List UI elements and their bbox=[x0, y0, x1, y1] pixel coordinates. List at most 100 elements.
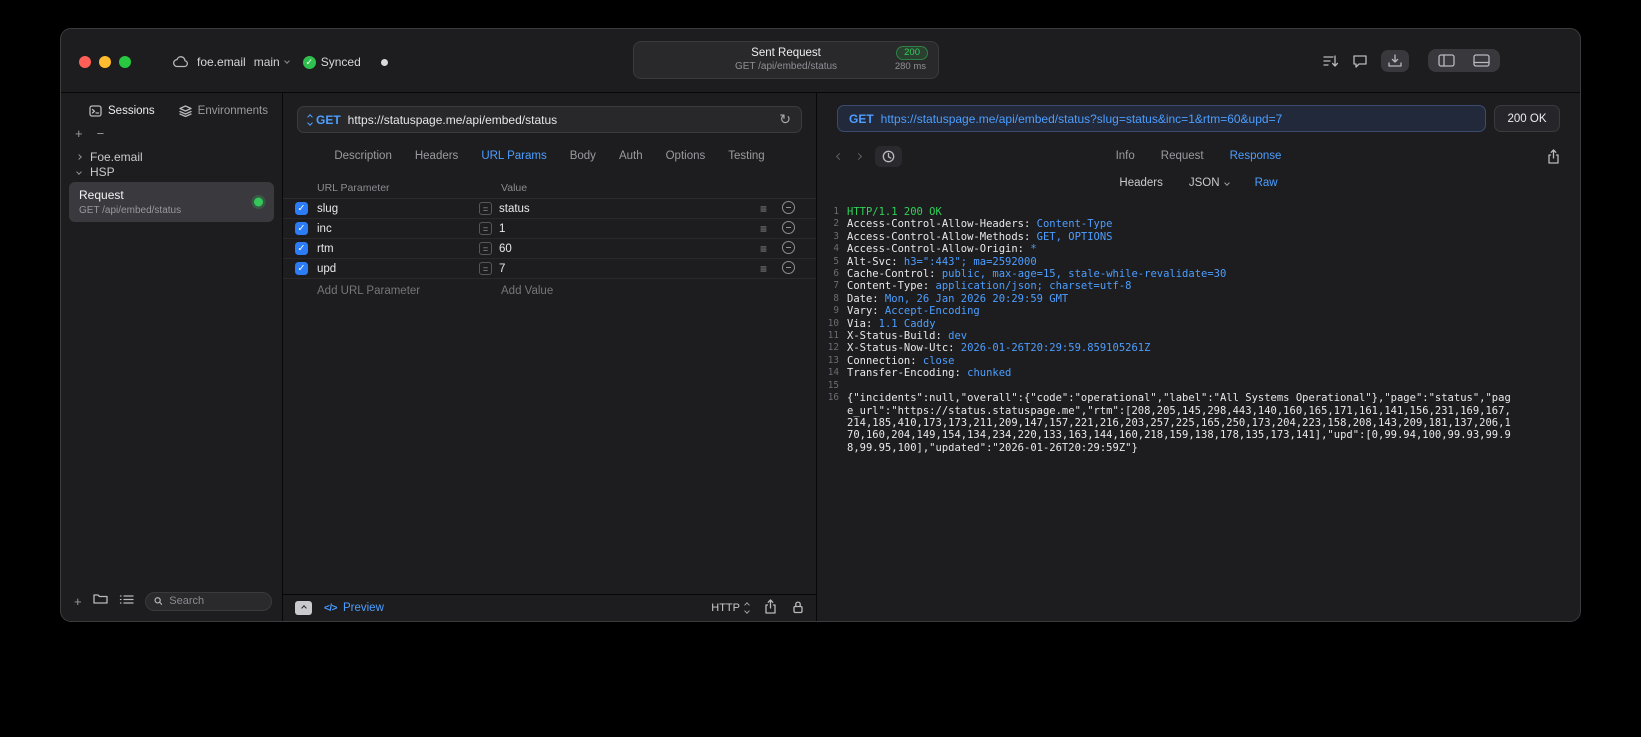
toggle-bottom-panel-icon[interactable] bbox=[1473, 54, 1490, 67]
param-value[interactable]: 60 bbox=[499, 243, 512, 255]
subtab-json[interactable]: JSON bbox=[1189, 177, 1230, 189]
share-icon[interactable] bbox=[764, 599, 777, 617]
protocol-stepper-icon bbox=[744, 602, 750, 614]
tab-request[interactable]: Request bbox=[1161, 150, 1204, 162]
line-content: Transfer-Encoding: chunked bbox=[847, 367, 1012, 380]
close-button[interactable] bbox=[79, 56, 91, 68]
response-line: 5 Alt-Svc: h3=":443"; ma=2592000 bbox=[823, 256, 1566, 268]
param-name[interactable]: inc bbox=[317, 223, 479, 235]
param-value[interactable]: 1 bbox=[499, 223, 505, 235]
drag-handle-icon[interactable]: ≡ bbox=[760, 222, 782, 236]
footer-right-controls: HTTP bbox=[711, 599, 804, 617]
tab-headers[interactable]: Headers bbox=[415, 150, 458, 162]
response-line: 4 Access-Control-Allow-Origin: * bbox=[823, 243, 1566, 255]
method-selector[interactable]: GET bbox=[307, 113, 341, 127]
tab-options[interactable]: Options bbox=[666, 150, 706, 162]
tab-body[interactable]: Body bbox=[570, 150, 596, 162]
history-clock-icon[interactable] bbox=[875, 145, 902, 167]
remove-param-icon[interactable] bbox=[782, 200, 795, 214]
sidebar-request-item[interactable]: Request GET /api/embed/status bbox=[69, 182, 274, 222]
sidebar-tab-sessions[interactable]: Sessions bbox=[89, 105, 155, 117]
request-url-bar[interactable]: GET https://statuspage.me/api/embed/stat… bbox=[297, 106, 802, 133]
subtab-raw[interactable]: Raw bbox=[1255, 177, 1278, 189]
search-input[interactable] bbox=[167, 594, 263, 608]
sent-request-url[interactable]: GET https://statuspage.me/api/embed/stat… bbox=[837, 105, 1486, 132]
line-number: 11 bbox=[827, 330, 839, 342]
drag-handle-icon[interactable]: ≡ bbox=[760, 202, 782, 216]
param-add-row[interactable]: Add URL Parameter Add Value bbox=[283, 281, 816, 301]
sync-label: Synced bbox=[320, 55, 361, 69]
new-folder-icon[interactable] bbox=[92, 592, 108, 610]
tree-group-foe-email[interactable]: Foe.email bbox=[69, 149, 274, 164]
request-url-input[interactable]: https://statuspage.me/api/embed/status bbox=[348, 113, 773, 127]
response-line: 2 Access-Control-Allow-Headers: Content-… bbox=[823, 218, 1566, 230]
tab-response[interactable]: Response bbox=[1230, 150, 1282, 162]
param-checkbox[interactable]: ✓ bbox=[295, 222, 308, 235]
protocol-label: HTTP bbox=[711, 602, 740, 614]
tree-group-hsp[interactable]: HSP bbox=[69, 164, 274, 179]
tab-url-params[interactable]: URL Params bbox=[481, 150, 546, 162]
param-row: ✓ upd = 7 ≡ bbox=[283, 259, 816, 279]
preview-button[interactable]: </> Preview bbox=[324, 602, 384, 614]
param-value[interactable]: status bbox=[499, 203, 530, 215]
response-body[interactable]: 1 HTTP/1.1 200 OK 2 Access-Control-Allow… bbox=[823, 206, 1566, 613]
tab-info[interactable]: Info bbox=[1116, 150, 1135, 162]
tab-description[interactable]: Description bbox=[334, 150, 392, 162]
line-content: Access-Control-Allow-Methods: GET, OPTIO… bbox=[847, 230, 1113, 243]
response-line: 8 Date: Mon, 26 Jan 2026 20:29:59 GMT bbox=[823, 293, 1566, 305]
sidebar-search[interactable] bbox=[144, 591, 272, 611]
expand-panel-icon[interactable] bbox=[295, 601, 312, 615]
param-checkbox[interactable]: ✓ bbox=[295, 202, 308, 215]
toggle-sidebar-icon[interactable] bbox=[1438, 54, 1455, 67]
line-number: 15 bbox=[827, 379, 839, 391]
sidebar-tabs: Sessions Environments bbox=[61, 93, 282, 117]
params-rows: ✓ slug = status ≡ ✓ inc = 1 ≡ ✓ rtm = 60… bbox=[283, 199, 816, 279]
sidebar-add-remove: + − bbox=[61, 117, 282, 140]
sidebar-tab-label: Sessions bbox=[108, 105, 155, 117]
response-pane: GET https://statuspage.me/api/embed/stat… bbox=[817, 93, 1580, 621]
remove-param-icon[interactable] bbox=[782, 220, 795, 234]
sidebar-tab-environments[interactable]: Environments bbox=[179, 105, 268, 117]
add-param-placeholder[interactable]: Add URL Parameter bbox=[317, 285, 479, 297]
sync-status[interactable]: ✓ Synced bbox=[302, 55, 361, 69]
remove-session-button[interactable]: − bbox=[97, 127, 105, 140]
params-header: URL Parameter Value bbox=[283, 177, 816, 199]
drag-handle-icon[interactable]: ≡ bbox=[760, 262, 782, 276]
project-name[interactable]: foe.email bbox=[197, 55, 246, 69]
add-value-placeholder[interactable]: Add Value bbox=[479, 285, 760, 297]
export-response-icon[interactable] bbox=[1547, 148, 1560, 164]
param-name[interactable]: slug bbox=[317, 203, 479, 215]
import-tray-icon[interactable] bbox=[1381, 49, 1409, 72]
list-view-icon[interactable] bbox=[119, 592, 134, 610]
param-value[interactable]: 7 bbox=[499, 263, 505, 275]
response-nav: Info Request Response bbox=[835, 145, 1560, 167]
resend-icon[interactable]: ↻ bbox=[779, 111, 791, 128]
minimize-button[interactable] bbox=[99, 56, 111, 68]
request-summary-box[interactable]: Sent Request 200 GET /api/embed/status 2… bbox=[633, 41, 939, 79]
param-checkbox[interactable]: ✓ bbox=[295, 262, 308, 275]
comment-icon[interactable] bbox=[1352, 54, 1368, 68]
protocol-selector[interactable]: HTTP bbox=[711, 602, 750, 614]
tab-testing[interactable]: Testing bbox=[728, 150, 764, 162]
sort-lines-icon[interactable] bbox=[1322, 54, 1339, 68]
history-back-icon[interactable] bbox=[835, 152, 844, 160]
traffic-lights bbox=[79, 56, 131, 68]
add-session-button[interactable]: + bbox=[75, 127, 83, 140]
lock-icon[interactable] bbox=[792, 600, 804, 617]
sent-url: https://statuspage.me/api/embed/status?s… bbox=[880, 111, 1283, 126]
remove-param-icon[interactable] bbox=[782, 240, 795, 254]
drag-handle-icon[interactable]: ≡ bbox=[760, 242, 782, 256]
param-checkbox[interactable]: ✓ bbox=[295, 242, 308, 255]
subtab-headers[interactable]: Headers bbox=[1119, 177, 1162, 189]
param-name[interactable]: rtm bbox=[317, 243, 479, 255]
zoom-button[interactable] bbox=[119, 56, 131, 68]
response-line: 1 HTTP/1.1 200 OK bbox=[823, 206, 1566, 218]
remove-param-icon[interactable] bbox=[782, 260, 795, 274]
history-forward-icon[interactable] bbox=[854, 152, 863, 160]
response-line: 12 X-Status-Now-Utc: 2026-01-26T20:29:59… bbox=[823, 342, 1566, 354]
branch-selector[interactable]: main bbox=[254, 55, 290, 69]
response-line: 7 Content-Type: application/json; charse… bbox=[823, 280, 1566, 292]
tab-auth[interactable]: Auth bbox=[619, 150, 643, 162]
add-request-button[interactable]: + bbox=[74, 595, 82, 608]
param-name[interactable]: upd bbox=[317, 263, 479, 275]
